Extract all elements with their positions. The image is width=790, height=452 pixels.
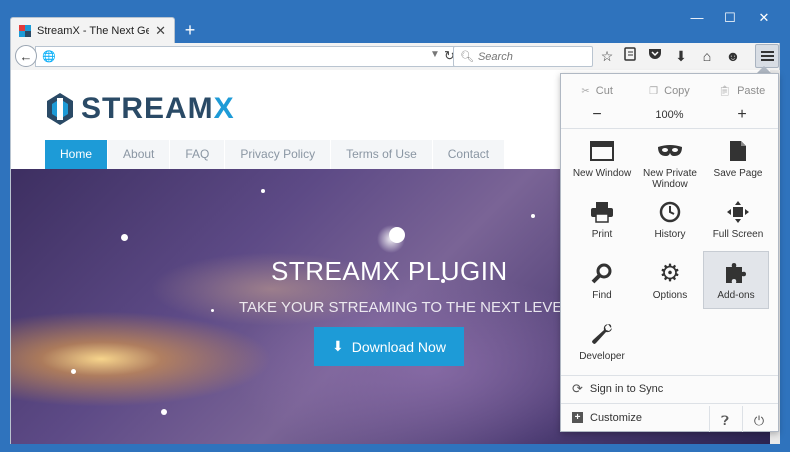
downloads-icon[interactable]: ⬇ xyxy=(671,46,691,66)
print-button[interactable]: Print xyxy=(569,195,635,253)
site-identity-icon[interactable]: 🌐 xyxy=(42,50,56,63)
search-bar[interactable]: 🔍︎ xyxy=(453,46,593,67)
hamburger-icon xyxy=(760,51,774,61)
hero-title: STREAMX PLUGIN xyxy=(271,256,508,286)
close-window-button[interactable]: ✕ xyxy=(753,10,775,26)
cut-button[interactable]: ✂ Cut xyxy=(561,80,633,102)
nav-terms-of-use[interactable]: Terms of Use xyxy=(331,140,433,169)
star-decoration xyxy=(531,214,535,218)
developer-button[interactable]: Developer xyxy=(569,317,635,375)
customize-button[interactable]: + Customize xyxy=(561,404,706,431)
menu-separator xyxy=(561,128,778,129)
add-ons-button[interactable]: Add-ons xyxy=(703,251,769,309)
search-input[interactable] xyxy=(477,50,578,63)
navigation-toolbar: 🌐 ▼ ↻ ← 🔍︎ ☆ ⬇ ⌂ ☻ xyxy=(10,43,780,70)
quit-power-icon[interactable]: ⏻ xyxy=(747,410,771,432)
find-button[interactable]: Find xyxy=(569,256,635,314)
sign-in-to-sync-button[interactable]: ⟳ Sign in to Sync xyxy=(561,375,778,402)
star-decoration xyxy=(389,227,405,243)
clock-icon xyxy=(657,199,683,225)
save-page-button[interactable]: Save Page xyxy=(705,134,771,192)
private-mask-icon xyxy=(657,138,683,164)
title-bar: StreamX - The Next Gener... ✕ + — ☐ ✕ xyxy=(0,0,790,44)
home-icon[interactable]: ⌂ xyxy=(697,46,717,66)
help-icon[interactable]: ❓︎ xyxy=(713,410,737,432)
logo-text: STREAMX xyxy=(81,92,235,125)
star-decoration xyxy=(71,369,76,374)
new-window-button[interactable]: New Window xyxy=(569,134,635,192)
streamx-logo[interactable]: STREAMX xyxy=(45,92,235,126)
streamx-favicon-icon xyxy=(19,25,31,37)
sync-icon: ⟳ xyxy=(572,380,583,396)
copy-icon: ❐ xyxy=(649,85,659,97)
hello-chat-icon[interactable]: ☻ xyxy=(723,46,743,66)
nav-faq[interactable]: FAQ xyxy=(170,140,226,169)
zoom-in-button[interactable]: + xyxy=(706,106,778,124)
streamx-logo-icon xyxy=(47,93,73,125)
star-decoration xyxy=(121,234,128,241)
puzzle-piece-icon xyxy=(723,260,749,286)
gear-icon: ⚙ xyxy=(659,259,681,287)
browser-window: StreamX - The Next Gener... ✕ + — ☐ ✕ 🌐 … xyxy=(0,0,790,452)
magnifier-icon xyxy=(589,260,615,286)
url-dropdown-icon[interactable]: ▼ xyxy=(430,49,440,60)
open-menu-button[interactable] xyxy=(755,44,779,68)
nav-about[interactable]: About xyxy=(108,140,171,169)
bookmarks-menu-icon[interactable] xyxy=(620,46,640,66)
pocket-icon[interactable] xyxy=(645,46,665,66)
new-window-icon xyxy=(589,138,615,164)
maximize-button[interactable]: ☐ xyxy=(719,10,741,26)
paste-button[interactable]: 📋︎ Paste xyxy=(706,80,778,102)
zoom-out-button[interactable]: − xyxy=(561,106,633,124)
menu-panel-arrow xyxy=(757,66,771,73)
printer-icon xyxy=(589,199,615,225)
options-button[interactable]: ⚙ Options xyxy=(637,256,703,314)
zoom-controls: − 100% + xyxy=(561,104,778,126)
full-screen-icon xyxy=(725,199,751,225)
wrench-icon xyxy=(589,321,615,347)
download-now-button[interactable]: ⬇ Download Now xyxy=(314,327,464,366)
customize-plus-icon: + xyxy=(572,412,583,423)
minimize-button[interactable]: — xyxy=(686,10,708,25)
nav-contact[interactable]: Contact xyxy=(432,140,506,169)
site-navigation: Home About FAQ Privacy Policy Terms of U… xyxy=(45,140,506,169)
history-button[interactable]: History xyxy=(637,195,703,253)
hero-subtitle: TAKE YOUR STREAMING TO THE NEXT LEVEL xyxy=(239,299,571,316)
scissors-icon: ✂ xyxy=(581,85,590,97)
nav-privacy-policy[interactable]: Privacy Policy xyxy=(225,140,332,169)
full-screen-button[interactable]: Full Screen xyxy=(705,195,771,253)
search-icon: 🔍︎ xyxy=(460,51,474,63)
zoom-level[interactable]: 100% xyxy=(633,109,706,121)
download-button-label: Download Now xyxy=(351,338,446,355)
browser-tab[interactable]: StreamX - The Next Gener... ✕ xyxy=(10,17,175,44)
star-decoration xyxy=(211,309,214,312)
new-private-window-button[interactable]: New Private Window xyxy=(637,134,703,192)
nav-home[interactable]: Home xyxy=(45,140,109,169)
new-tab-button[interactable]: + xyxy=(180,20,200,40)
bookmark-star-icon[interactable]: ☆ xyxy=(597,46,617,66)
save-page-icon xyxy=(725,138,751,164)
star-decoration xyxy=(161,409,167,415)
url-bar[interactable]: 🌐 ▼ ↻ xyxy=(35,46,459,67)
download-arrow-icon: ⬇ xyxy=(332,338,344,354)
edit-controls: ✂ Cut ❐ Copy 📋︎ Paste xyxy=(561,80,778,102)
tab-close-icon[interactable]: ✕ xyxy=(155,23,166,39)
star-decoration xyxy=(261,189,265,193)
back-button[interactable]: ← xyxy=(15,45,37,67)
back-arrow-icon: ← xyxy=(19,48,33,64)
tab-title: StreamX - The Next Gener... xyxy=(37,25,150,37)
menu-separator xyxy=(709,406,710,432)
main-menu-panel: ✂ Cut ❐ Copy 📋︎ Paste − 100% + New Window N… xyxy=(560,73,779,432)
menu-separator xyxy=(742,406,743,432)
clipboard-icon: 📋︎ xyxy=(718,85,732,97)
copy-button[interactable]: ❐ Copy xyxy=(633,80,705,102)
